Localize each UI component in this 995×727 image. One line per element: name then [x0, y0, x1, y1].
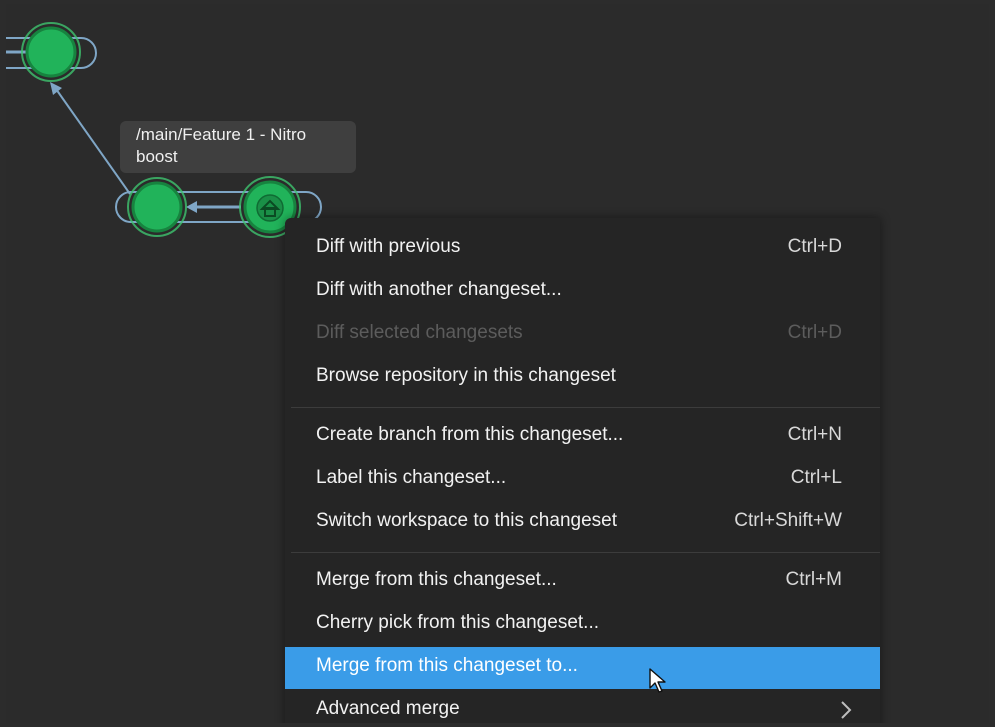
menu-item-create-branch[interactable]: Create branch from this changeset... Ctr… — [285, 416, 880, 458]
menu-item-shortcut: Ctrl+Shift+W — [734, 510, 842, 531]
changeset-node-main[interactable] — [21, 22, 81, 82]
changeset-node-feature[interactable] — [127, 177, 187, 237]
menu-item-shortcut: Ctrl+M — [785, 569, 842, 590]
menu-item-diff-another[interactable]: Diff with another changeset... — [285, 271, 880, 313]
menu-item-label: Browse repository in this changeset — [316, 365, 616, 386]
menu-separator — [291, 552, 880, 553]
menu-item-cherry-pick[interactable]: Cherry pick from this changeset... — [285, 604, 880, 646]
menu-item-diff-previous[interactable]: Diff with previous Ctrl+D — [285, 228, 880, 270]
menu-item-switch-workspace[interactable]: Switch workspace to this changeset Ctrl+… — [285, 502, 880, 544]
menu-item-label: Merge from this changeset to... — [316, 655, 578, 676]
menu-item-label: Merge from this changeset... — [316, 569, 557, 590]
menu-item-merge-to[interactable]: Merge from this changeset to... — [285, 647, 880, 689]
menu-item-advanced-merge[interactable]: Advanced merge — [285, 690, 880, 723]
mouse-cursor-icon — [649, 668, 666, 693]
menu-separator — [291, 407, 880, 408]
menu-item-shortcut: Ctrl+D — [787, 236, 842, 257]
menu-item-label: Diff with another changeset... — [316, 279, 562, 300]
menu-item-label: Advanced merge — [316, 698, 460, 719]
menu-item-shortcut: Ctrl+L — [790, 467, 842, 488]
menu-item-label: Label this changeset... — [316, 467, 507, 488]
chevron-right-icon — [841, 701, 852, 719]
branch-explorer-canvas: /main/Feature 1 - Nitro boost Diff with … — [6, 4, 989, 723]
menu-item-label: Diff selected changesets — [316, 322, 523, 343]
menu-item-label: Create branch from this changeset... — [316, 424, 624, 445]
feature-link-arrowhead — [186, 201, 197, 213]
parent-link-line — [55, 88, 131, 195]
parent-link-arrowhead — [50, 82, 62, 95]
menu-item-label-changeset[interactable]: Label this changeset... Ctrl+L — [285, 459, 880, 501]
menu-item-label: Switch workspace to this changeset — [316, 510, 617, 531]
context-menu: Diff with previous Ctrl+D Diff with anot… — [285, 218, 880, 723]
menu-item-browse-repository[interactable]: Browse repository in this changeset — [285, 357, 880, 399]
branch-tooltip: /main/Feature 1 - Nitro boost — [120, 121, 356, 173]
menu-item-shortcut: Ctrl+D — [787, 322, 842, 343]
menu-item-merge-from[interactable]: Merge from this changeset... Ctrl+M — [285, 561, 880, 603]
menu-item-diff-selected: Diff selected changesets Ctrl+D — [285, 314, 880, 356]
menu-item-shortcut: Ctrl+N — [787, 424, 842, 445]
menu-item-label: Diff with previous — [316, 236, 461, 257]
menu-item-label: Cherry pick from this changeset... — [316, 612, 599, 633]
